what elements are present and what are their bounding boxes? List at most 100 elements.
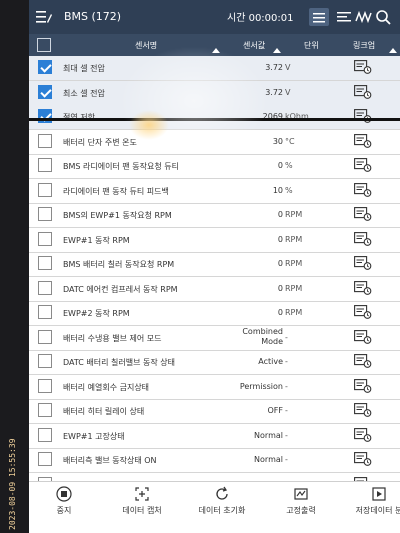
graph-link-icon[interactable] xyxy=(354,354,372,368)
page-title: BMS (172) xyxy=(64,10,122,23)
sensor-name: EWP#2 동작 RPM xyxy=(63,309,130,318)
graph-link-icon[interactable] xyxy=(354,256,372,270)
table-row[interactable]: DATC 에어컨 컴프레서 동작 RPM 0 RPM xyxy=(29,277,400,302)
table-row[interactable]: 배터리 수냉용 밸브 제어 모드 Combined Mode - xyxy=(29,326,400,351)
sort-indicator-icon xyxy=(389,48,397,53)
table-row[interactable]: EWP#2 동작 RPM 0 RPM xyxy=(29,301,400,326)
table-row[interactable]: 라디에이터 팬 동작 듀티 피드백 10% xyxy=(29,179,400,204)
row-checkbox[interactable] xyxy=(38,280,52,295)
app-screen: BMS (172) 시간 00:00:01 센서명 센서값 단위 링크업 최대 … xyxy=(29,0,400,533)
saved-data-icon xyxy=(372,487,386,501)
sensor-unit: - xyxy=(285,357,288,366)
data-reset-button[interactable]: 데이터 초기화 xyxy=(182,486,262,516)
table-row[interactable]: EWP#1 고장상태 Normal - xyxy=(29,424,400,449)
row-checkbox[interactable] xyxy=(38,84,52,99)
row-checkbox[interactable] xyxy=(38,452,52,466)
sensor-name: DATC 에어컨 컴프레서 동작 RPM xyxy=(63,284,178,294)
sort-indicator-icon xyxy=(273,48,281,53)
row-checkbox[interactable] xyxy=(38,133,52,148)
search-icon[interactable] xyxy=(374,8,394,26)
graph-link-icon[interactable] xyxy=(354,84,372,99)
row-checkbox[interactable] xyxy=(38,182,52,197)
select-all-checkbox[interactable] xyxy=(37,38,51,52)
row-checkbox[interactable] xyxy=(38,403,52,417)
graph-link-icon[interactable] xyxy=(354,133,372,148)
graph-link-icon[interactable] xyxy=(354,427,372,442)
graph-link-icon[interactable] xyxy=(354,207,372,221)
timestamp-text: 2023-08-09 15:55:39 xyxy=(8,438,17,530)
row-checkbox[interactable] xyxy=(38,60,52,74)
column-sensor-value[interactable]: 센서값 xyxy=(243,40,265,51)
table-row[interactable]: 배터리측 밸브 동작상태 ON Normal - xyxy=(29,448,400,473)
graph-link-icon[interactable] xyxy=(354,403,372,417)
row-checkbox[interactable] xyxy=(38,256,52,270)
sensor-name: EWP#1 동작 RPM xyxy=(63,235,130,245)
sensor-value: 0 xyxy=(277,259,283,268)
sensor-unit: % xyxy=(285,185,293,195)
menu-list-icon[interactable] xyxy=(36,10,52,24)
graph-link-icon[interactable] xyxy=(354,452,372,466)
graph-link-icon[interactable] xyxy=(354,158,372,172)
row-checkbox[interactable] xyxy=(38,207,52,221)
sensor-unit: - xyxy=(285,430,288,440)
table-row[interactable]: 최대 셀 전압 3.72 V xyxy=(29,56,400,81)
sensor-name: 배터리측 밸브 동작상태 ON xyxy=(63,456,157,465)
table-row[interactable]: BMS 배터리 칠러 동작요청 RPM 0 RPM xyxy=(29,252,400,277)
stop-icon xyxy=(56,486,72,502)
graph-link-icon[interactable] xyxy=(354,182,372,197)
sensor-unit: RPM xyxy=(285,283,303,293)
graph-link-icon[interactable] xyxy=(354,280,372,295)
row-checkbox[interactable] xyxy=(38,329,52,344)
sensor-name: 배터리 히터 릴레이 상태 xyxy=(63,407,145,416)
sensor-value: 0 xyxy=(277,161,283,170)
column-unit[interactable]: 단위 xyxy=(304,40,319,51)
screen-crack-line xyxy=(29,118,400,121)
column-sensor-name[interactable]: 센서명 xyxy=(135,40,157,51)
row-checkbox[interactable] xyxy=(38,231,52,246)
sensor-name: DATC 배터리 칠러밸브 동작 상태 xyxy=(63,358,176,367)
sensor-unit: - xyxy=(285,332,288,342)
sensor-value: 3.72 xyxy=(265,63,283,72)
fixed-output-label: 고정출력 xyxy=(286,506,316,515)
row-checkbox[interactable] xyxy=(38,305,52,319)
table-row[interactable]: BMS의 EWP#1 동작요청 RPM 0 RPM xyxy=(29,203,400,228)
graph-link-icon[interactable] xyxy=(354,60,372,74)
sensor-unit: % xyxy=(285,161,293,170)
graph-link-icon[interactable] xyxy=(354,305,372,319)
fixed-output-button[interactable]: 고정출력 xyxy=(261,486,341,516)
table-row[interactable]: 배터리 예열회수 금지상태 Permission - xyxy=(29,375,400,400)
table-row[interactable]: DATC 배터리 칠러밸브 동작 상태 Active - xyxy=(29,350,400,375)
sensor-value: 30 xyxy=(272,136,283,146)
row-checkbox[interactable] xyxy=(38,378,52,393)
table-row[interactable]: BMS 라디에이터 팬 동작요청 듀티 0% xyxy=(29,154,400,179)
sensor-value: Combined Mode xyxy=(242,326,283,346)
sensor-name: BMS의 EWP#1 동작요청 RPM xyxy=(63,211,172,220)
table-row[interactable]: 최소 셀 전압 3.72 V xyxy=(29,80,400,106)
graph-view-icon[interactable] xyxy=(354,8,374,26)
table-row[interactable]: 배터리 단자 주변 온도 30 °C xyxy=(29,130,400,155)
table-row[interactable]: EWP#1 동작 RPM 0 RPM xyxy=(29,228,400,253)
refresh-icon xyxy=(216,486,228,500)
data-capture-button[interactable]: 데이터 캡처 xyxy=(102,486,182,516)
column-graph[interactable]: 링크업 xyxy=(353,40,375,51)
sensor-unit: - xyxy=(285,455,288,464)
table-header: 센서명 센서값 단위 링크업 xyxy=(29,34,400,56)
row-checkbox[interactable] xyxy=(38,427,52,442)
sensor-name: 배터리 예열회수 금지상태 xyxy=(63,382,150,392)
saved-data-label: 저장데이터 분 xyxy=(355,506,400,515)
graph-link-icon[interactable] xyxy=(354,329,372,344)
list-view-icon[interactable] xyxy=(309,8,329,26)
sensor-value: 0 xyxy=(277,210,283,219)
align-view-icon[interactable] xyxy=(334,8,354,26)
sensor-name: BMS 배터리 칠러 동작요청 RPM xyxy=(63,260,175,269)
graph-link-icon[interactable] xyxy=(354,231,372,246)
row-checkbox[interactable] xyxy=(38,158,52,172)
sensor-name: 라디에이터 팬 동작 듀티 피드백 xyxy=(63,186,169,196)
sensor-name: 최소 셀 전압 xyxy=(63,88,105,98)
stop-button[interactable]: 중지 xyxy=(29,486,104,516)
elapsed-time: 시간 00:00:01 xyxy=(227,13,294,24)
table-row[interactable]: 배터리 히터 릴레이 상태 OFF - xyxy=(29,399,400,424)
row-checkbox[interactable] xyxy=(38,354,52,368)
saved-data-button[interactable]: 저장데이터 분 xyxy=(334,486,400,516)
graph-link-icon[interactable] xyxy=(354,378,372,393)
